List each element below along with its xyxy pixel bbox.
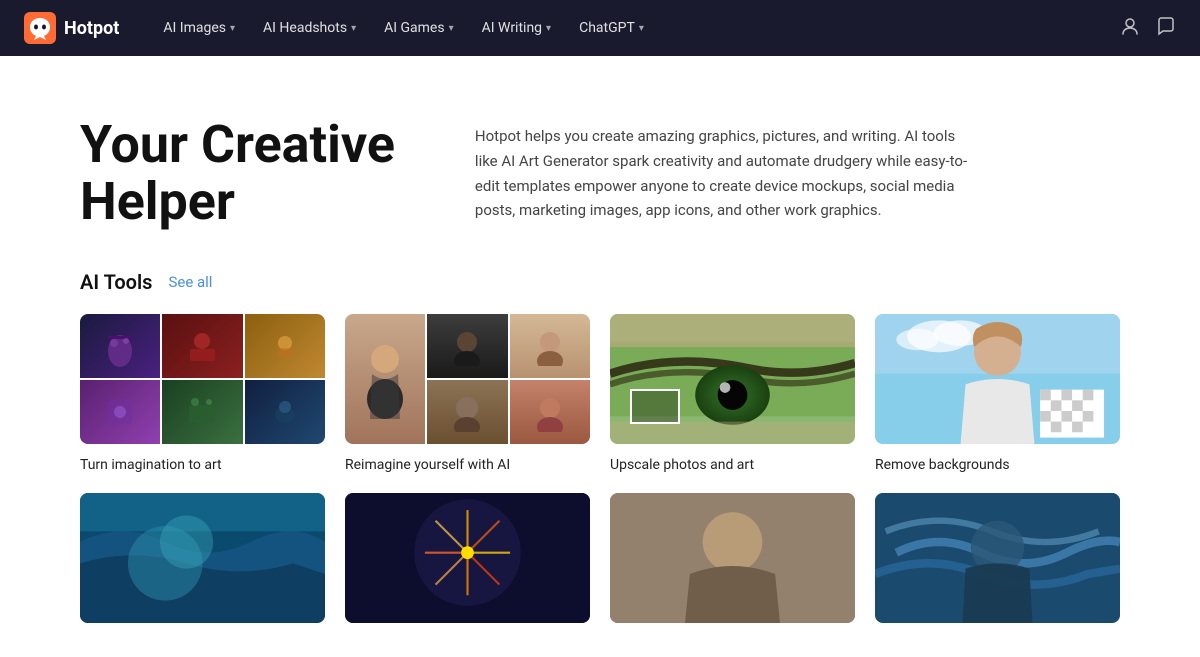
tools-section: AI Tools See all (0, 270, 1200, 657)
tool-card-upscale[interactable]: Upscale photos and art (610, 314, 855, 473)
tool-label-headshots: Reimagine yourself with AI (345, 457, 510, 473)
nav-label-ai-writing: AI Writing (482, 20, 542, 36)
tool-label-art-generator: Turn imagination to art (80, 457, 222, 473)
tool-image-art-generator (80, 314, 325, 444)
nav-items: AI Images ▾ AI Headshots ▾ AI Games ▾ AI… (151, 14, 1112, 42)
message-icon[interactable] (1156, 16, 1176, 41)
mosaic-cell-3 (245, 314, 325, 378)
nav-item-ai-headshots[interactable]: AI Headshots ▾ (251, 14, 368, 42)
mosaic-cell-6 (245, 380, 325, 444)
tool-image-remove-bg (875, 314, 1120, 444)
nav-item-chatgpt[interactable]: ChatGPT ▾ (567, 14, 656, 42)
tool-image-portrait (610, 493, 855, 623)
tools-grid-row2 (80, 493, 1120, 633)
tools-section-title: AI Tools (80, 270, 152, 294)
tool-image-ocean (80, 493, 325, 623)
tool-card-remove-bg[interactable]: Remove backgrounds (875, 314, 1120, 473)
hero-title-line2: Helper (80, 171, 235, 232)
tool-card-ocean[interactable] (80, 493, 325, 633)
hero-right: Hotpot helps you create amazing graphics… (475, 116, 1120, 223)
navigation: Hotpot AI Images ▾ AI Headshots ▾ AI Gam… (0, 0, 1200, 56)
chevron-down-icon: ▾ (639, 23, 644, 34)
tools-grid: Turn imagination to art (80, 314, 1120, 473)
headshot-2 (427, 314, 507, 378)
chevron-down-icon: ▾ (449, 23, 454, 34)
nav-label-ai-images: AI Images (163, 20, 226, 36)
tool-image-fireworks (345, 493, 590, 623)
chevron-down-icon: ▾ (351, 23, 356, 34)
tool-card-portrait[interactable] (610, 493, 855, 633)
brand-name: Hotpot (64, 18, 119, 39)
tool-card-fireworks[interactable] (345, 493, 590, 633)
tool-image-painting (875, 493, 1120, 623)
headshot-3 (510, 314, 590, 378)
nav-item-ai-games[interactable]: AI Games ▾ (372, 14, 466, 42)
nav-label-ai-headshots: AI Headshots (263, 20, 347, 36)
tool-image-upscale (610, 314, 855, 444)
mosaic-cell-4 (80, 380, 160, 444)
hero-section: Your Creative Helper Hotpot helps you cr… (0, 56, 1200, 270)
tool-card-art-generator[interactable]: Turn imagination to art (80, 314, 325, 473)
tool-image-headshots (345, 314, 590, 444)
nav-item-ai-images[interactable]: AI Images ▾ (151, 14, 247, 42)
chevron-down-icon: ▾ (546, 23, 551, 34)
brand-logo[interactable]: Hotpot (24, 12, 119, 44)
nav-label-ai-games: AI Games (384, 20, 445, 36)
tool-label-remove-bg: Remove backgrounds (875, 457, 1010, 473)
mosaic-cell-1 (80, 314, 160, 378)
hero-left: Your Creative Helper (80, 116, 395, 230)
headshot-4 (427, 380, 507, 444)
hero-description: Hotpot helps you create amazing graphics… (475, 124, 975, 223)
user-icon[interactable] (1120, 16, 1140, 41)
hero-title: Your Creative Helper (80, 116, 395, 230)
see-all-link[interactable]: See all (168, 273, 212, 291)
tool-label-upscale: Upscale photos and art (610, 457, 754, 473)
headshot-5 (510, 380, 590, 444)
nav-item-ai-writing[interactable]: AI Writing ▾ (470, 14, 563, 42)
hero-title-line1: Your Creative (80, 114, 395, 175)
tool-card-headshots[interactable]: Reimagine yourself with AI (345, 314, 590, 473)
mosaic-cell-2 (162, 314, 242, 378)
headshot-1 (345, 314, 425, 444)
nav-label-chatgpt: ChatGPT (579, 20, 635, 36)
upscale-zoom-box (630, 389, 680, 424)
mosaic-cell-5 (162, 380, 242, 444)
chevron-down-icon: ▾ (230, 23, 235, 34)
nav-right (1120, 16, 1176, 41)
tool-card-painting[interactable] (875, 493, 1120, 633)
tools-header: AI Tools See all (80, 270, 1120, 294)
